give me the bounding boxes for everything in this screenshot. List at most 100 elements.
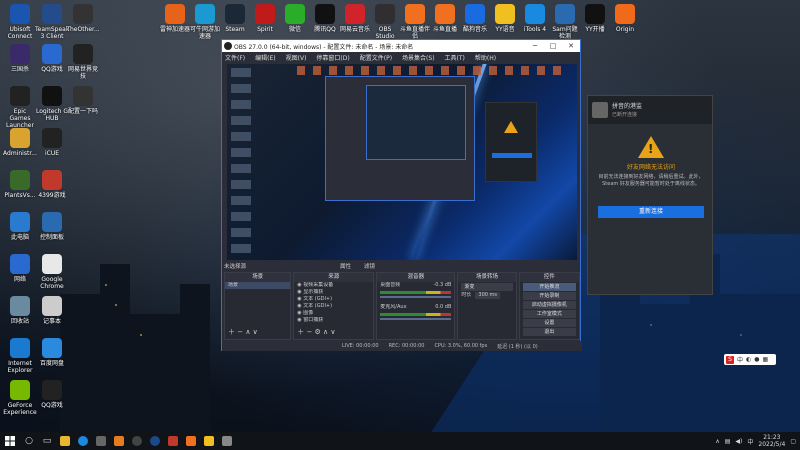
desktop-icon[interactable]: Ubisoft Connect [3,4,37,40]
desktop-icon[interactable]: 回收站 [3,296,37,325]
file-explorer-icon[interactable] [56,432,74,450]
close-icon[interactable]: ✕ [562,40,580,52]
reconnect-button[interactable]: 重新连接 [598,206,704,218]
properties-button[interactable]: 属性 [340,262,351,270]
desktop-icon[interactable]: 酷狗音乐 [460,4,490,33]
desktop-icon[interactable]: 此电脑 [3,212,37,241]
app-orange-icon[interactable] [110,432,128,450]
desktop-icon[interactable]: 可牛网游加速器 [190,4,220,40]
desktop-icon[interactable]: 三国杀 [3,44,37,73]
task-view-icon[interactable]: ▭ [38,432,56,450]
keyboard-icon[interactable]: ▦ [763,356,769,363]
obs-taskbar-icon[interactable] [128,432,146,450]
desktop-icon[interactable]: Sam问题检测 [550,4,580,40]
desktop-icon[interactable]: iTools 4 [520,4,550,33]
desktop-icon[interactable]: 记事本 [35,296,69,325]
scene-actions[interactable]: ＋ − ∧ ∨ [228,327,258,337]
douyu-taskbar-icon[interactable] [182,432,200,450]
search-icon[interactable]: ○ [20,432,38,450]
app-grey-icon[interactable] [218,432,236,450]
desktop-icon[interactable]: QQ游戏 [35,380,69,409]
steam-taskbar-icon[interactable] [146,432,164,450]
start-button[interactable] [0,432,20,450]
menu-item[interactable]: 场景集合(S) [402,53,435,62]
desktop-icon[interactable]: Internet Explorer [3,338,37,374]
control-button[interactable]: 开始录制 [522,292,577,300]
source-item[interactable]: ◉ 窗口捕获 [294,317,373,324]
clock[interactable]: 21:23 2022/5/4 [758,434,785,448]
duration-input[interactable]: 300 ms [475,292,501,299]
desktop-icon[interactable]: OBS Studio [370,4,400,40]
minimize-icon[interactable]: ─ [526,40,544,52]
desktop-icon[interactable]: 雷神加速器 [160,4,190,33]
volume-icon[interactable]: ◀) [735,438,742,445]
menu-item[interactable]: 帮助(H) [475,53,496,62]
desktop-icon[interactable]: 配置一下吗 [66,86,100,115]
desktop-icon[interactable]: 4399游戏 [35,170,69,199]
desktop-icon[interactable]: iCUE [35,128,69,157]
network-icon[interactable]: ▤ [725,438,731,445]
desktop-icon[interactable]: 控制面板 [35,212,69,241]
control-button[interactable]: 开始推流 [522,283,577,291]
scene-item[interactable]: 场景 [225,282,291,289]
desktop-icon[interactable]: Administr... [3,128,37,157]
tray-expand-icon[interactable]: ∧ [715,438,719,445]
desktop-icon[interactable]: 微信 [280,4,310,33]
punctuation-icon[interactable]: ◐ [746,356,751,363]
menu-item[interactable]: 视图(V) [286,53,307,62]
filters-button[interactable]: 滤镜 [364,262,375,270]
desktop-icon[interactable]: QQ游戏 [35,44,69,73]
desktop-icon[interactable]: PlantsVs... [3,170,37,199]
obs-window[interactable]: OBS 27.0.0 (64-bit, windows) - 配置文件: 未命名… [221,39,582,351]
ime-mode[interactable]: 中 [737,355,743,364]
control-button[interactable]: 退出 [522,328,577,336]
ime-toolbar[interactable]: S 中 ◐ ● ▦ [724,354,776,365]
menu-item[interactable]: 文件(F) [225,53,245,62]
source-item[interactable]: ◉ 显示捕获 [294,289,373,296]
app-yellow-icon[interactable] [200,432,218,450]
desktop-icon[interactable]: 腾讯QQ [310,4,340,33]
menu-item[interactable]: 编辑(E) [255,53,275,62]
desktop-icon[interactable]: YY语音 [490,4,520,33]
desktop-icon[interactable]: Logitech G HUB [35,86,69,122]
control-button[interactable]: 启动虚拟摄像机 [522,301,577,309]
obs-preview[interactable] [227,64,577,260]
source-item[interactable]: ◉ 文本 (GDI+) [294,303,373,310]
desktop-icon[interactable]: Epic Games Launcher [3,86,37,129]
ime-tray-icon[interactable]: 中 [747,437,753,446]
desktop-icon[interactable]: 网易云音乐 [340,4,370,33]
desktop-icon[interactable]: 网络 [3,254,37,283]
source-item[interactable]: ◉ 视频采集设备 [294,282,373,289]
desktop-icon[interactable]: Origin [610,4,640,33]
desktop-icon[interactable]: Spirit [250,4,280,33]
menu-item[interactable]: 停靠窗口(D) [316,53,349,62]
desktop-icon[interactable]: Google Chrome [35,254,69,290]
source-item[interactable]: ◉ 图像 [294,310,373,317]
desktop-icon[interactable]: Steam [220,4,250,33]
steam-friends-dialog[interactable]: 拼音的港监 已断开连接 ! 好友网络无法访问 目前无法连接到好友网络，请稍后重试… [587,95,713,295]
source-actions[interactable]: ＋ − ⚙ ∧ ∨ [297,327,335,337]
desktop-icon[interactable]: 百度网盘 [35,338,69,367]
desktop-icon[interactable]: 网易世界竞技 [66,44,100,80]
desktop-icon[interactable]: TeamSpeak 3 Client [35,4,69,40]
store-icon[interactable] [92,432,110,450]
desktop-icon[interactable]: YY开播 [580,4,610,33]
app-red-icon[interactable] [164,432,182,450]
transition-select[interactable]: 渐变 [461,283,513,291]
desktop-icon[interactable]: GeForce Experience [3,380,37,416]
volume-slider[interactable] [380,318,452,320]
control-button[interactable]: 设置 [522,319,577,327]
desktop-icon[interactable]: 斗鱼直播 [430,4,460,33]
menu-item[interactable]: 工具(T) [445,53,465,62]
source-item[interactable]: ◉ 文本 (GDI+) [294,296,373,303]
desktop-icon[interactable]: 斗鱼直播伴侣 [400,4,430,40]
mic-icon[interactable]: ● [754,356,759,363]
edge-icon[interactable] [74,432,92,450]
desktop-icon[interactable]: TheOther... [66,4,100,33]
menu-item[interactable]: 配置文件(P) [360,53,392,62]
maximize-icon[interactable]: □ [544,40,562,52]
volume-slider[interactable] [380,296,452,298]
control-button[interactable]: 工作室模式 [522,310,577,318]
obs-title-bar[interactable]: OBS 27.0.0 (64-bit, windows) - 配置文件: 未命名… [222,40,580,52]
notification-icon[interactable]: ▢ [790,438,796,445]
